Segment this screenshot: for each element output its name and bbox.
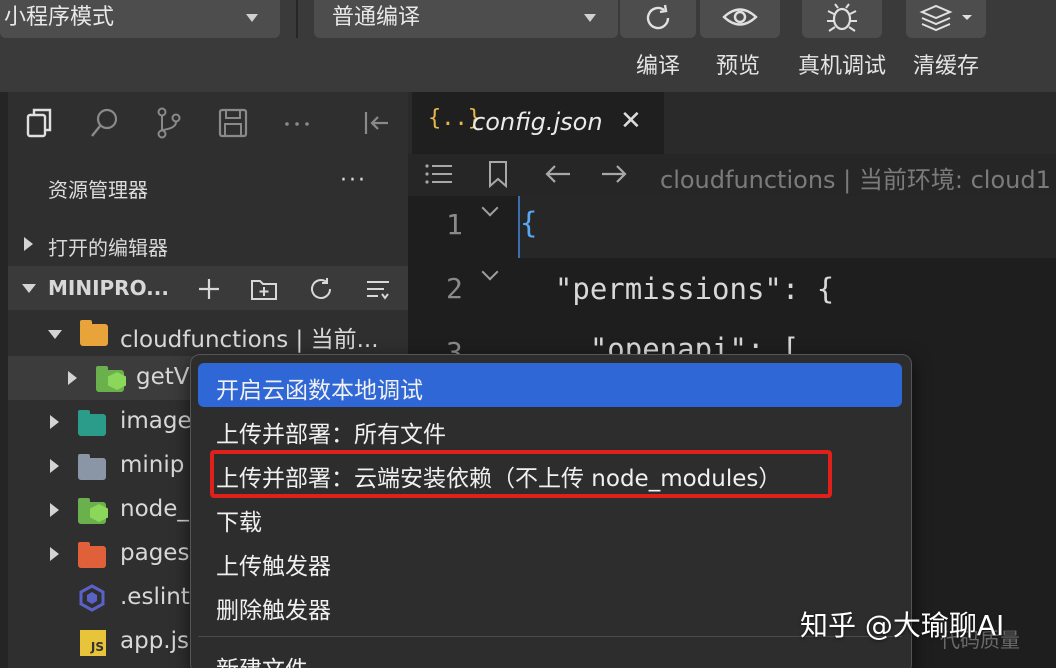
- tree-item-cloudfunctions[interactable]: cloudfunctions | 当前...: [8, 312, 408, 356]
- project-label: MINIPRO...: [48, 276, 169, 300]
- compile-label[interactable]: 编译: [626, 48, 690, 80]
- tree-item-label: cloudfunctions | 当前...: [120, 327, 379, 353]
- image-folder-icon: [78, 410, 106, 436]
- tree-item-label: pages: [120, 540, 190, 566]
- preview-label[interactable]: 预览: [706, 48, 770, 80]
- code-line: {: [520, 206, 538, 240]
- chevron-right-icon: [50, 415, 59, 429]
- current-line-highlight: [518, 196, 1056, 258]
- line-number: 1: [446, 208, 463, 241]
- save-icon[interactable]: [216, 106, 250, 140]
- chevron-down-icon: [584, 14, 596, 22]
- arrow-left-icon[interactable]: [544, 162, 572, 186]
- clear-cache-label[interactable]: 清缓存: [906, 48, 986, 80]
- explorer-title: 资源管理器: [48, 178, 148, 202]
- folder-open-icon: [80, 320, 108, 346]
- chevron-right-icon: [68, 371, 77, 385]
- open-editors-section[interactable]: 打开的编辑器: [8, 222, 408, 266]
- project-section[interactable]: MINIPRO...: [8, 266, 408, 310]
- bug-icon: [827, 3, 857, 32]
- menu-item-new-file[interactable]: 新建文件: [216, 650, 308, 668]
- watermark: 知乎 @大瑜聊AI: [800, 609, 1005, 642]
- breadcrumb[interactable]: cloudfunctions | 当前环境: cloud1: [660, 160, 1051, 195]
- tab-label[interactable]: config.json: [472, 108, 603, 136]
- menu-item-upload-trigger[interactable]: 上传触发器: [216, 547, 331, 581]
- menu-item-download[interactable]: 下载: [216, 503, 262, 537]
- collapse-panel-icon[interactable]: [360, 106, 394, 140]
- tree-item-label: minip: [120, 452, 185, 478]
- highlight-box: [210, 450, 832, 498]
- preview-button[interactable]: [700, 0, 780, 38]
- mode-select[interactable]: 小程序模式: [0, 0, 280, 38]
- tree-item-label: image: [120, 408, 192, 434]
- menu-divider: [198, 636, 902, 637]
- chevron-down-icon: [48, 330, 62, 339]
- remote-debug-label[interactable]: 真机调试: [790, 48, 894, 80]
- clear-cache-button[interactable]: [906, 0, 986, 38]
- activity-bar: [8, 92, 408, 156]
- line-number: 2: [446, 272, 463, 305]
- toolbar-divider: [296, 0, 298, 38]
- open-editors-label: 打开的编辑器: [48, 236, 168, 260]
- folder-icon: [78, 454, 106, 480]
- arrow-right-icon[interactable]: [600, 162, 628, 186]
- eslint-icon: [79, 584, 105, 612]
- mode-select-value: 小程序模式: [4, 5, 115, 30]
- left-edge: [0, 92, 8, 668]
- list-icon[interactable]: [424, 162, 454, 186]
- menu-item-delete-trigger[interactable]: 删除触发器: [216, 591, 331, 625]
- more-icon[interactable]: [280, 106, 314, 140]
- chevron-right-icon: [24, 237, 33, 251]
- explorer-more-icon[interactable]: ···: [340, 168, 367, 193]
- compile-select[interactable]: 普通编译: [314, 0, 618, 38]
- close-icon[interactable]: ✕: [620, 106, 642, 136]
- menu-item-upload-all[interactable]: 上传并部署：所有文件: [216, 415, 446, 449]
- chevron-down-icon: [22, 284, 36, 293]
- source-control-icon[interactable]: [152, 106, 186, 140]
- js-file-icon: JS: [80, 630, 106, 656]
- layers-icon: [919, 4, 972, 32]
- refresh-icon: [646, 4, 670, 30]
- refresh-icon[interactable]: [308, 276, 334, 302]
- search-icon[interactable]: [88, 106, 122, 140]
- chevron-right-icon: [50, 503, 59, 517]
- new-file-icon[interactable]: [196, 276, 222, 302]
- tree-item-label: getV: [136, 364, 190, 390]
- pages-folder-icon: [78, 542, 106, 568]
- eye-icon: [722, 8, 758, 26]
- chevron-right-icon: [50, 459, 59, 473]
- tree-item-label: node_: [120, 496, 189, 522]
- remote-debug-button[interactable]: [802, 0, 882, 38]
- bookmark-icon[interactable]: [486, 160, 510, 188]
- tree-item-label: app.js: [120, 628, 189, 654]
- tree-item-label: .eslint: [120, 584, 190, 610]
- menu-item-local-debug[interactable]: 开启云函数本地调试: [216, 371, 423, 405]
- compile-button[interactable]: [620, 0, 696, 38]
- compile-select-value: 普通编译: [332, 5, 421, 30]
- files-icon[interactable]: [22, 106, 56, 140]
- chevron-right-icon: [50, 547, 59, 561]
- collapse-all-icon[interactable]: [364, 276, 392, 302]
- new-folder-icon[interactable]: [250, 276, 278, 302]
- code-line: "permissions": {: [520, 272, 835, 306]
- chevron-down-icon: [246, 14, 258, 22]
